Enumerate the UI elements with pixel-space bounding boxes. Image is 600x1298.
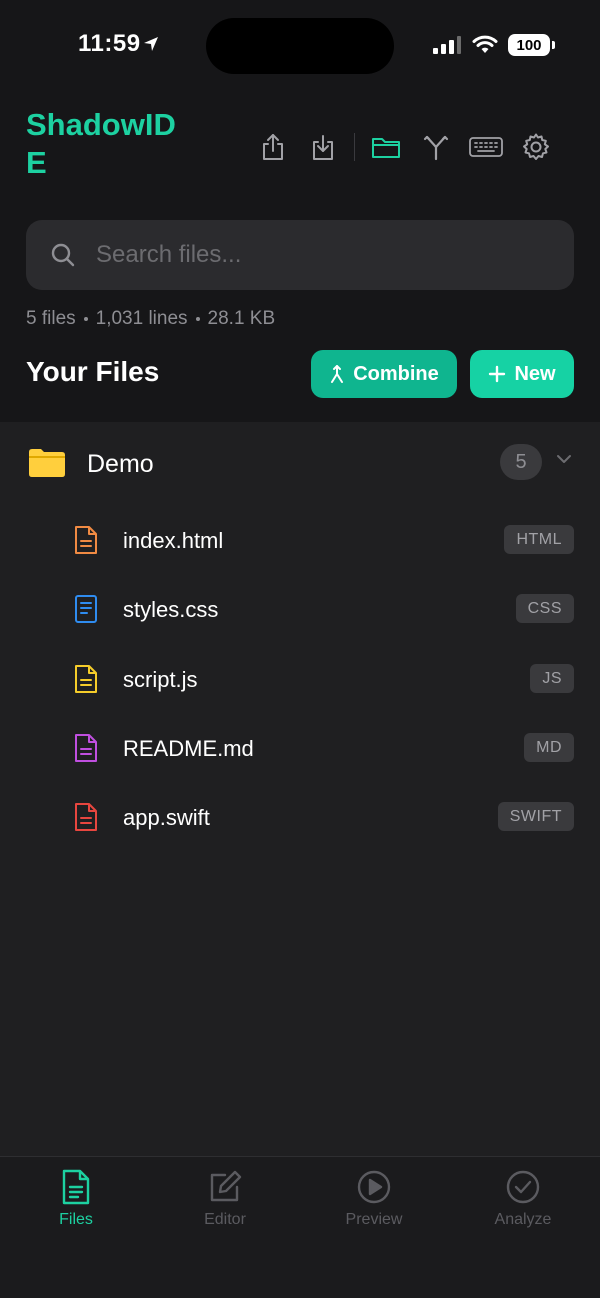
file-type-badge: CSS xyxy=(515,594,574,623)
tab-files[interactable]: Files xyxy=(16,1169,136,1229)
status-bar: 11:59 100 xyxy=(0,0,600,92)
header-toolbar xyxy=(248,124,561,170)
stats-files: 5 files xyxy=(26,308,76,329)
file-name: styles.css xyxy=(123,597,219,622)
system-icons: 100 xyxy=(432,34,555,56)
file-type-badge: JS xyxy=(530,664,574,693)
tab-editor-label: Editor xyxy=(204,1211,246,1228)
folder-outline-icon xyxy=(372,138,400,158)
share-button[interactable] xyxy=(248,124,298,170)
app-screen: 11:59 100 ShadowIDE Search files... 5 fi… xyxy=(0,0,600,1298)
combine-button[interactable]: Combine xyxy=(311,350,457,398)
location-arrow-icon xyxy=(143,37,158,51)
file-type-badge: SWIFT xyxy=(497,802,574,831)
edit-icon xyxy=(210,1170,242,1202)
branch-icon xyxy=(423,135,449,161)
status-time-text: 11:59 xyxy=(78,30,141,57)
chevron-down-icon[interactable] xyxy=(554,452,574,466)
tab-analyze-label: Analyze xyxy=(494,1211,552,1228)
file-row[interactable]: styles.css CSS xyxy=(0,583,600,633)
file-text-icon xyxy=(62,1169,90,1205)
new-label: New xyxy=(514,362,556,385)
file-row[interactable]: script.js JS xyxy=(0,653,600,703)
share-icon xyxy=(263,134,283,160)
file-name: README.md xyxy=(123,736,254,761)
search-input[interactable] xyxy=(96,241,516,269)
file-stats: 5 files 1,031 lines 28.1 KB xyxy=(26,308,275,330)
tab-files-label: Files xyxy=(59,1211,93,1228)
stats-size: 28.1 KB xyxy=(207,308,276,329)
file-row[interactable]: app.swift SWIFT xyxy=(0,791,600,841)
tab-editor[interactable]: Editor xyxy=(165,1169,285,1229)
plus-icon xyxy=(489,365,506,383)
keyboard-button[interactable] xyxy=(461,124,511,170)
toolbar-divider xyxy=(354,133,355,161)
folder-row[interactable]: Demo 5 xyxy=(0,440,600,490)
tab-preview[interactable]: Preview xyxy=(314,1169,434,1229)
tab-bar: Files Editor Preview Analyze xyxy=(0,1156,600,1298)
file-type-badge: HTML xyxy=(504,525,574,554)
file-name: app.swift xyxy=(123,805,210,830)
import-button[interactable] xyxy=(298,124,348,170)
status-time: 11:59 xyxy=(78,30,159,58)
wifi-icon xyxy=(472,35,498,53)
file-row[interactable]: README.md MD xyxy=(0,722,600,772)
stats-separator xyxy=(195,317,200,321)
file-name: index.html xyxy=(123,528,224,553)
folder-button[interactable] xyxy=(361,124,411,170)
file-doc-icon xyxy=(75,526,97,554)
folder-icon xyxy=(29,449,65,477)
file-text-icon xyxy=(75,595,97,623)
keyboard-icon xyxy=(469,137,503,157)
folder-count-badge: 5 xyxy=(500,444,542,480)
settings-button[interactable] xyxy=(511,124,561,170)
file-doc-icon xyxy=(75,665,97,693)
folder-name: Demo xyxy=(87,450,154,478)
combine-label: Combine xyxy=(353,362,439,385)
file-type-badge: MD xyxy=(524,733,574,762)
dynamic-island xyxy=(206,18,394,74)
check-circle-icon xyxy=(506,1170,540,1204)
section-title: Your Files xyxy=(26,356,160,387)
app-title: ShadowIDE xyxy=(26,107,176,180)
file-row[interactable]: index.html HTML xyxy=(0,514,600,564)
play-circle-icon xyxy=(357,1170,391,1204)
file-name: script.js xyxy=(123,667,198,692)
tab-analyze[interactable]: Analyze xyxy=(463,1169,583,1229)
stats-lines: 1,031 lines xyxy=(95,308,188,329)
battery-indicator: 100 xyxy=(508,34,555,56)
file-doc-icon xyxy=(75,803,97,831)
file-doc-icon xyxy=(75,734,97,762)
gear-icon xyxy=(523,133,549,160)
search-bar[interactable] xyxy=(26,220,574,290)
tab-preview-label: Preview xyxy=(345,1211,403,1228)
cellular-signal-icon xyxy=(433,36,461,54)
stats-separator xyxy=(83,317,88,321)
branch-button[interactable] xyxy=(411,124,461,170)
merge-icon xyxy=(331,365,344,383)
file-list-panel: Demo 5 index.html HTML styles.css CSS sc… xyxy=(0,422,600,1156)
new-file-button[interactable]: New xyxy=(470,350,574,398)
download-icon xyxy=(313,135,333,160)
search-icon xyxy=(51,243,75,267)
